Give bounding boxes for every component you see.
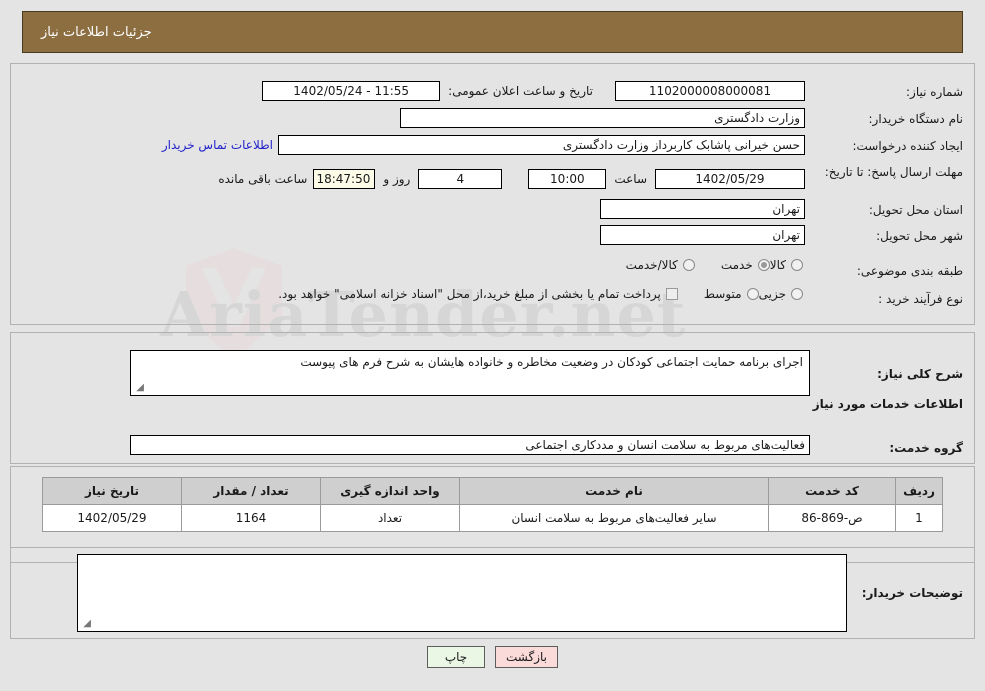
page-header: جزئیات اطلاعات نیاز <box>22 11 963 53</box>
buyer-org-label: نام دستگاه خریدار: <box>868 112 964 126</box>
radio-option-motavasset[interactable]: متوسط <box>704 287 759 301</box>
cell-service-code: ص-869-86 <box>768 504 896 532</box>
islamic-treasury-note-group[interactable]: پرداخت تمام یا بخشی از مبلغ خرید،از محل … <box>278 287 678 301</box>
radio-option-kala-khedmat[interactable]: کالا/خدمت <box>626 258 695 272</box>
radio-jozi-label: جزیی <box>758 287 786 301</box>
page-title: جزئیات اطلاعات نیاز <box>41 24 152 40</box>
radio-jozi-icon[interactable] <box>791 288 803 300</box>
public-announce-field[interactable]: 11:55 - 1402/05/24 <box>262 81 441 101</box>
deadline-hours-label: ساعت باقی مانده <box>218 172 308 186</box>
print-button[interactable]: چاپ <box>427 646 485 668</box>
need-number-label: شماره نیاز: <box>906 85 963 99</box>
radio-kala-khedmat-icon[interactable] <box>682 259 695 271</box>
radio-khedmat-icon[interactable] <box>757 259 770 271</box>
subject-classification-label: طبقه بندی موضوعی: <box>856 264 963 278</box>
radio-option-kala[interactable]: کالا <box>770 258 803 272</box>
general-need-value: اجرای برنامه حمایت اجتماعی کودکان در وضع… <box>300 355 803 369</box>
notes-resize-grip-icon[interactable]: ◢ <box>81 619 91 629</box>
deadline-days-label: روز و <box>383 172 411 186</box>
radio-motavasset-label: متوسط <box>703 287 742 301</box>
radio-kala-icon[interactable] <box>791 259 803 271</box>
buyer-notes-textarea[interactable]: ◢ <box>77 554 847 632</box>
cell-need-date: 1402/05/29 <box>42 504 182 532</box>
purchase-process-label: نوع فرآیند خرید : <box>878 292 963 306</box>
deadline-days-field[interactable]: 4 <box>418 169 503 189</box>
purchase-process-group: جزیی متوسط پرداخت تمام یا بخشی از مبلغ خ… <box>270 287 803 301</box>
request-creator-label: ایجاد کننده درخواست: <box>852 139 963 153</box>
response-deadline-label: مهلت ارسال پاسخ: تا تاریخ: <box>824 165 963 179</box>
footer-buttons: بازگشت چاپ <box>0 646 985 668</box>
resize-grip-icon[interactable]: ◢ <box>134 383 144 393</box>
islamic-treasury-note: پرداخت تمام یا بخشی از مبلغ خرید،از محل … <box>278 287 661 301</box>
cell-row-no: 1 <box>895 504 943 532</box>
general-need-textarea[interactable]: اجرای برنامه حمایت اجتماعی کودکان در وضع… <box>130 350 810 396</box>
cell-unit: تعداد <box>320 504 460 532</box>
service-group-label: گروه خدمت: <box>889 441 963 455</box>
deadline-time-label: ساعت <box>614 172 647 186</box>
col-quantity: تعداد / مقدار <box>181 477 321 505</box>
radio-khedmat-label: خدمت <box>720 258 753 272</box>
table-header-row: ردیف کد خدمت نام خدمت واحد اندازه گیری ت… <box>42 477 943 505</box>
delivery-city-label: شهر محل تحویل: <box>876 229 963 243</box>
delivery-province-label: استان محل تحویل: <box>868 203 963 217</box>
col-row-no: ردیف <box>895 477 943 505</box>
islamic-treasury-checkbox[interactable] <box>665 288 678 300</box>
col-need-date: تاریخ نیاز <box>42 477 182 505</box>
cell-quantity: 1164 <box>181 504 321 532</box>
radio-option-jozi[interactable]: جزیی <box>759 287 803 301</box>
top-info-panel <box>10 63 975 325</box>
back-button[interactable]: بازگشت <box>495 646 558 668</box>
deadline-date-field[interactable]: 1402/05/29 <box>655 169 805 189</box>
col-service-code: کد خدمت <box>768 477 896 505</box>
general-need-label: شرح کلی نیاز: <box>877 367 963 381</box>
radio-kala-khedmat-label: کالا/خدمت <box>625 258 678 272</box>
radio-option-khedmat[interactable]: خدمت <box>721 258 770 272</box>
services-table: ردیف کد خدمت نام خدمت واحد اندازه گیری ت… <box>42 477 943 532</box>
radio-motavasset-icon[interactable] <box>746 288 759 300</box>
public-announce-label: تاریخ و ساعت اعلان عمومی: <box>448 84 593 98</box>
table-row[interactable]: 1 ص-869-86 سایر فعالیت‌های مربوط به سلام… <box>42 504 943 532</box>
col-service-name: نام خدمت <box>459 477 769 505</box>
subject-classification-group: کالا خدمت کالا/خدمت <box>600 258 803 272</box>
public-announce-row: تاریخ و ساعت اعلان عمومی: 11:55 - 1402/0… <box>262 81 593 101</box>
cell-service-name: سایر فعالیت‌های مربوط به سلامت انسان <box>459 504 769 532</box>
col-unit: واحد اندازه گیری <box>320 477 460 505</box>
services-heading: اطلاعات خدمات مورد نیاز <box>812 397 963 411</box>
response-deadline-row: 1402/05/29 ساعت 10:00 4 روز و 18:47:50 س… <box>218 169 805 189</box>
deadline-time-field[interactable]: 10:00 <box>528 169 607 189</box>
page-root: AriaTender.net جزئیات اطلاعات نیاز شماره… <box>0 0 985 691</box>
radio-kala-label: کالا <box>769 258 786 272</box>
deadline-hours-field[interactable]: 18:47:50 <box>313 169 376 189</box>
